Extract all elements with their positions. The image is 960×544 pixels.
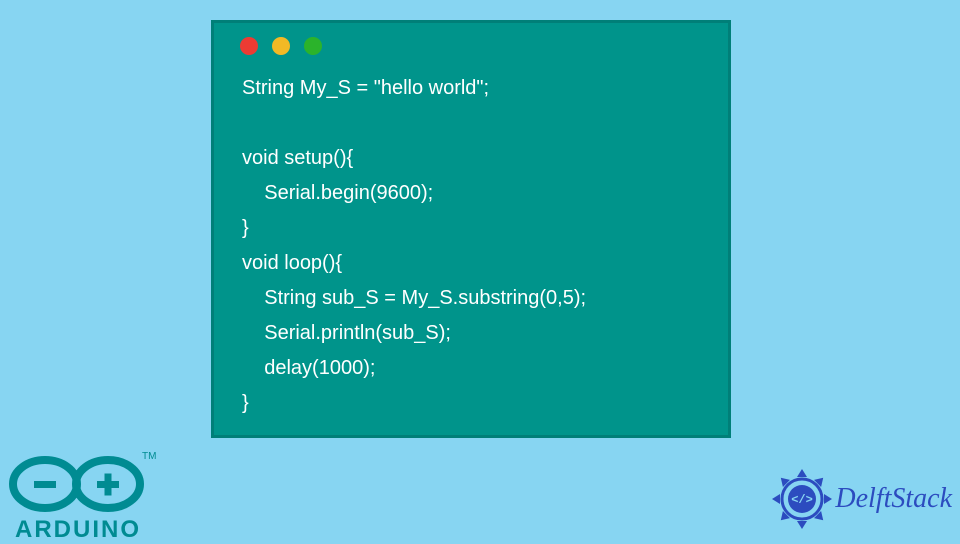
delftstack-label: DelftStack xyxy=(835,483,952,515)
window-traffic-lights xyxy=(240,37,708,55)
delftstack-emblem-icon: </> xyxy=(769,466,835,532)
arduino-label: ARDUINO xyxy=(15,516,141,543)
code-block: String My_S = "hello world"; void setup(… xyxy=(234,71,708,421)
maximize-icon xyxy=(304,37,322,55)
delftstack-logo: </> DelftStack xyxy=(769,466,952,532)
minimize-icon xyxy=(272,37,290,55)
arduino-logo: TM ARDUINO xyxy=(0,449,160,544)
code-window: String My_S = "hello world"; void setup(… xyxy=(211,20,731,438)
svg-text:</>: </> xyxy=(792,493,814,507)
close-icon xyxy=(240,37,258,55)
svg-text:TM: TM xyxy=(142,451,156,462)
